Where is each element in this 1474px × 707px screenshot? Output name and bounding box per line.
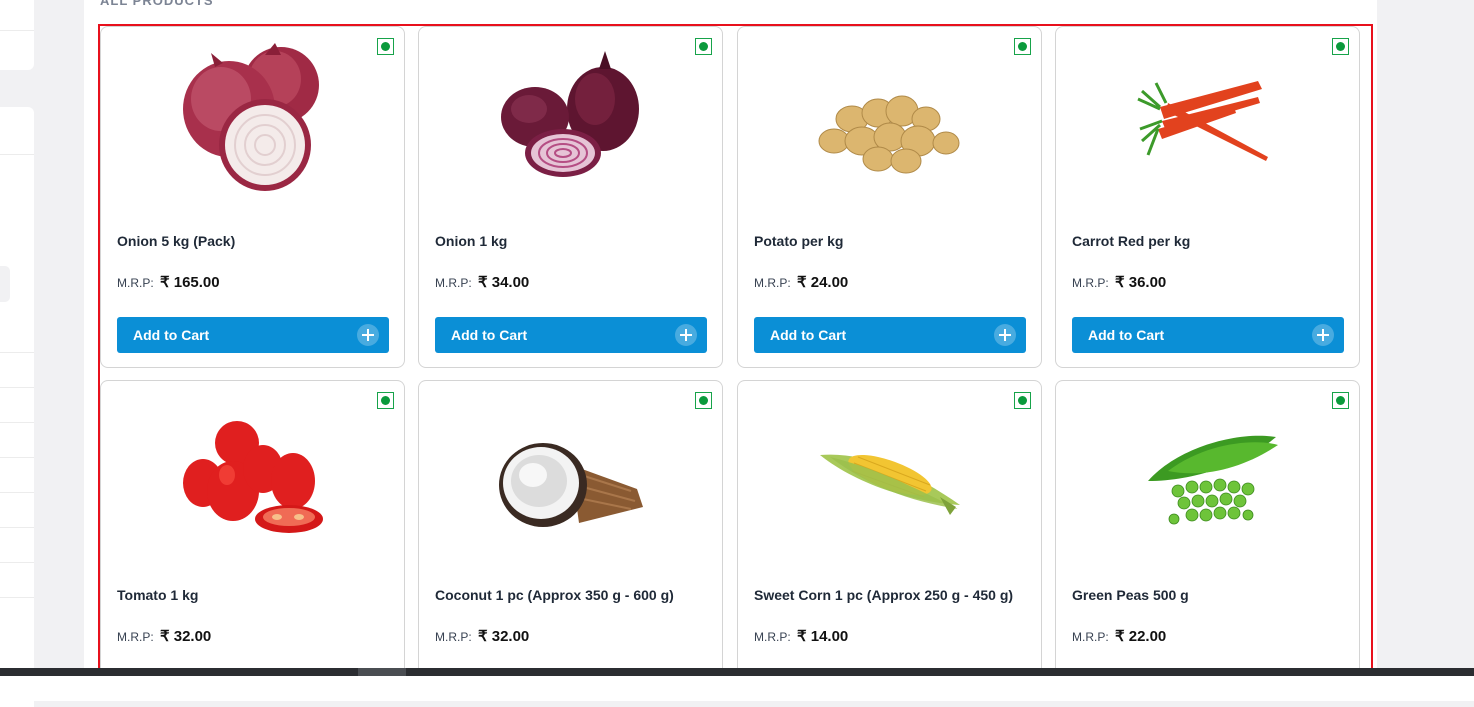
product-price: ₹ 22.00: [1115, 628, 1167, 645]
price-row: M.R.P: ₹ 32.00: [117, 627, 211, 645]
section-title: ALL PRODUCTS: [100, 0, 214, 8]
product-name[interactable]: Green Peas 500 g: [1072, 587, 1189, 603]
red-onion-image: [501, 51, 639, 177]
divider: [0, 30, 34, 31]
mrp-label: M.R.P:: [754, 276, 791, 290]
mrp-label: M.R.P:: [1072, 276, 1109, 290]
price-row: M.R.P: ₹ 36.00: [1072, 273, 1166, 291]
veg-indicator-icon: [377, 392, 394, 409]
sweet-corn-image: [820, 454, 960, 515]
price-row: M.R.P: ₹ 165.00: [117, 273, 220, 291]
divider: [0, 492, 34, 493]
price-row: M.R.P: ₹ 34.00: [435, 273, 529, 291]
veg-indicator-icon: [1332, 38, 1349, 55]
product-name[interactable]: Onion 1 kg: [435, 233, 507, 249]
product-name[interactable]: Tomato 1 kg: [117, 587, 198, 603]
product-price: ₹ 24.00: [797, 274, 849, 291]
product-name[interactable]: Coconut 1 pc (Approx 350 g - 600 g): [435, 587, 674, 603]
plus-icon: [357, 324, 379, 346]
product-price: ₹ 165.00: [160, 274, 220, 291]
tomato-image: [183, 421, 323, 533]
product-card[interactable]: Coconut 1 pc (Approx 350 g - 600 g) M.R.…: [418, 380, 723, 700]
product-price: ₹ 34.00: [478, 274, 530, 291]
product-card[interactable]: Sweet Corn 1 pc (Approx 250 g - 450 g) M…: [737, 380, 1042, 700]
veg-indicator-icon: [695, 392, 712, 409]
divider: [0, 457, 34, 458]
add-to-cart-button[interactable]: Add to Cart: [435, 317, 707, 353]
coconut-image: [499, 443, 643, 527]
price-row: M.R.P: ₹ 22.00: [1072, 627, 1166, 645]
add-to-cart-label: Add to Cart: [133, 327, 210, 343]
sidebar-filter-card: [0, 107, 34, 707]
product-name[interactable]: Sweet Corn 1 pc (Approx 250 g - 450 g): [754, 587, 1013, 603]
sidebar-selected-item[interactable]: [0, 266, 10, 302]
add-to-cart-button[interactable]: Add to Cart: [117, 317, 389, 353]
product-price: ₹ 32.00: [160, 628, 212, 645]
price-row: M.R.P: ₹ 24.00: [754, 273, 848, 291]
veg-indicator-icon: [1014, 392, 1031, 409]
taskbar: [0, 668, 1474, 676]
divider: [0, 154, 34, 155]
divider: [0, 422, 34, 423]
add-to-cart-label: Add to Cart: [451, 327, 528, 343]
product-card[interactable]: Tomato 1 kg M.R.P: ₹ 32.00: [100, 380, 405, 700]
add-to-cart-label: Add to Cart: [1088, 327, 1165, 343]
add-to-cart-label: Add to Cart: [770, 327, 847, 343]
product-card[interactable]: Green Peas 500 g M.R.P: ₹ 22.00: [1055, 380, 1360, 700]
add-to-cart-button[interactable]: Add to Cart: [754, 317, 1026, 353]
mrp-label: M.R.P:: [435, 276, 472, 290]
product-name[interactable]: Potato per kg: [754, 233, 843, 249]
product-price: ₹ 32.00: [478, 628, 530, 645]
veg-indicator-icon: [695, 38, 712, 55]
veg-indicator-icon: [1332, 392, 1349, 409]
price-row: M.R.P: ₹ 14.00: [754, 627, 848, 645]
add-to-cart-button[interactable]: Add to Cart: [1072, 317, 1344, 353]
veg-indicator-icon: [1014, 38, 1031, 55]
mrp-label: M.R.P:: [754, 630, 791, 644]
mrp-label: M.R.P:: [1072, 630, 1109, 644]
product-card[interactable]: Potato per kg M.R.P: ₹ 24.00 Add to Cart: [737, 26, 1042, 368]
left-sidebar: [0, 0, 34, 707]
taskbar-app-tab[interactable]: [358, 668, 406, 676]
potato-image: [818, 95, 960, 174]
divider: [0, 562, 34, 563]
onion-image: [183, 43, 319, 191]
product-card[interactable]: Onion 1 kg M.R.P: ₹ 34.00 Add to Cart: [418, 26, 723, 368]
sidebar-card: [0, 0, 34, 70]
divider: [0, 597, 34, 598]
product-card[interactable]: Carrot Red per kg M.R.P: ₹ 36.00 Add to …: [1055, 26, 1360, 368]
bottom-strip: [0, 676, 1474, 701]
plus-icon: [994, 324, 1016, 346]
carrot-image: [1137, 81, 1268, 161]
mrp-label: M.R.P:: [435, 630, 472, 644]
product-price: ₹ 36.00: [1115, 274, 1167, 291]
veg-indicator-icon: [377, 38, 394, 55]
mrp-label: M.R.P:: [117, 276, 154, 290]
product-name[interactable]: Carrot Red per kg: [1072, 233, 1190, 249]
product-price: ₹ 14.00: [797, 628, 849, 645]
mrp-label: M.R.P:: [117, 630, 154, 644]
price-row: M.R.P: ₹ 32.00: [435, 627, 529, 645]
green-peas-image: [1148, 435, 1278, 525]
divider: [0, 387, 34, 388]
divider: [0, 352, 34, 353]
product-card[interactable]: Onion 5 kg (Pack) M.R.P: ₹ 165.00 Add to…: [100, 26, 405, 368]
product-name[interactable]: Onion 5 kg (Pack): [117, 233, 235, 249]
plus-icon: [675, 324, 697, 346]
plus-icon: [1312, 324, 1334, 346]
divider: [0, 527, 34, 528]
